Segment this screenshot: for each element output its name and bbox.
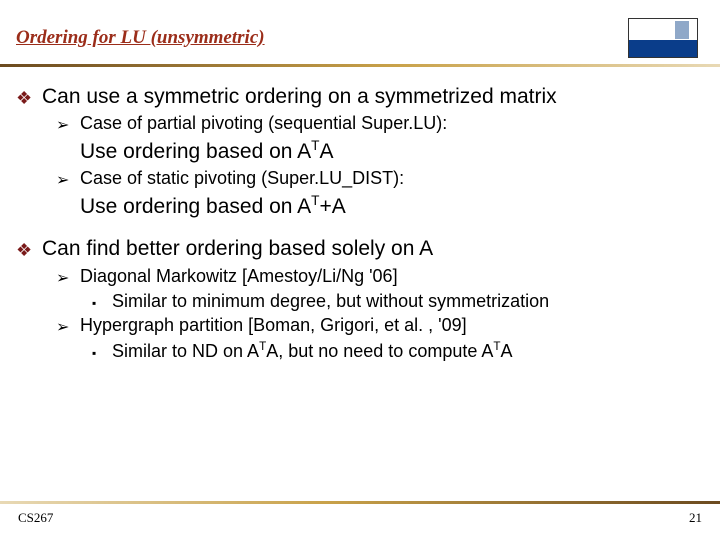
arrow-bullet-icon: ➢ [56,166,80,192]
point-1: Can use a symmetric ordering on a symmet… [42,83,557,111]
point-2-sub-2: Hypergraph partition [Boman, Grigori, et… [80,313,467,339]
arrow-bullet-icon: ➢ [56,111,80,137]
arrow-bullet-icon: ➢ [56,264,80,290]
course-code: CS267 [18,510,53,526]
point-1-sub-2-line: Use ordering based on AT+A [80,192,704,221]
arrow-bullet-icon: ➢ [56,313,80,339]
point-1-sub-1: Case of partial pivoting (sequential Sup… [80,111,447,137]
slide-title: Ordering for LU (unsymmetric) [16,27,265,49]
point-2-sub-1-detail: Similar to minimum degree, but without s… [112,289,549,313]
point-2: Can find better ordering based solely on… [42,235,433,263]
square-bullet-icon: ▪ [92,339,112,363]
diamond-bullet-icon: ❖ [16,83,42,111]
page-number: 21 [689,510,702,526]
square-bullet-icon: ▪ [92,289,112,313]
point-1-sub-2: Case of static pivoting (Super.LU_DIST): [80,166,404,192]
point-2-sub-2-detail: Similar to ND on ATA, but no need to com… [112,339,513,363]
point-2-sub-1: Diagonal Markowitz [Amestoy/Li/Ng '06] [80,264,398,290]
slide-body: ❖ Can use a symmetric ordering on a symm… [0,67,720,363]
lab-logo [628,18,698,58]
diamond-bullet-icon: ❖ [16,235,42,263]
point-1-sub-1-line: Use ordering based on ATA [80,137,704,166]
footer-divider [0,501,720,504]
